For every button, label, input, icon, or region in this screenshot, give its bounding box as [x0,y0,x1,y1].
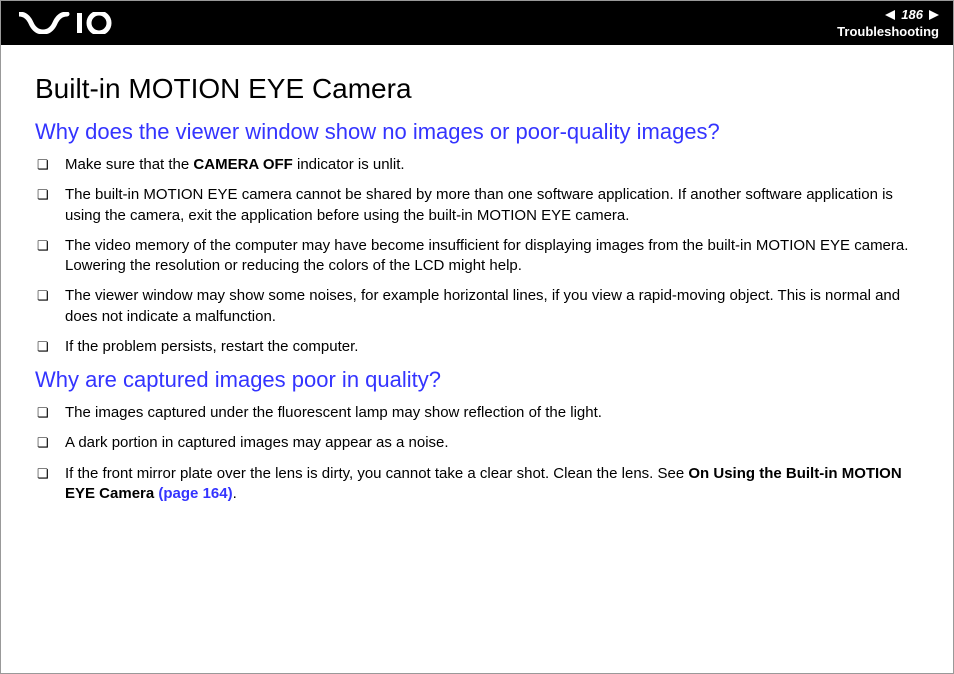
answer-list: The images captured under the fluorescen… [35,403,919,504]
prev-page-arrow-icon[interactable] [885,10,895,20]
list-item: The images captured under the fluorescen… [35,403,919,423]
page-nav: 186 [885,7,939,22]
vaio-logo [19,12,129,34]
list-item: If the problem persists, restart the com… [35,337,919,357]
page-link[interactable]: (page 164) [158,485,232,502]
list-item: Make sure that the CAMERA OFF indicator … [35,155,919,175]
question-heading: Why does the viewer window show no image… [35,119,919,145]
page-content: Built-in MOTION EYE Camera Why does the … [1,45,953,534]
header-bar: 186 Troubleshooting [1,1,953,45]
list-item: The video memory of the computer may hav… [35,236,919,277]
list-item: A dark portion in captured images may ap… [35,433,919,453]
header-right: 186 Troubleshooting [837,7,939,39]
page-number: 186 [899,7,925,22]
list-item: The viewer window may show some noises, … [35,286,919,327]
question-heading: Why are captured images poor in quality? [35,367,919,393]
next-page-arrow-icon[interactable] [929,10,939,20]
page-title: Built-in MOTION EYE Camera [35,73,919,105]
list-item: If the front mirror plate over the lens … [35,464,919,505]
section-label: Troubleshooting [837,24,939,39]
list-item: The built-in MOTION EYE camera cannot be… [35,185,919,226]
answer-list: Make sure that the CAMERA OFF indicator … [35,155,919,357]
